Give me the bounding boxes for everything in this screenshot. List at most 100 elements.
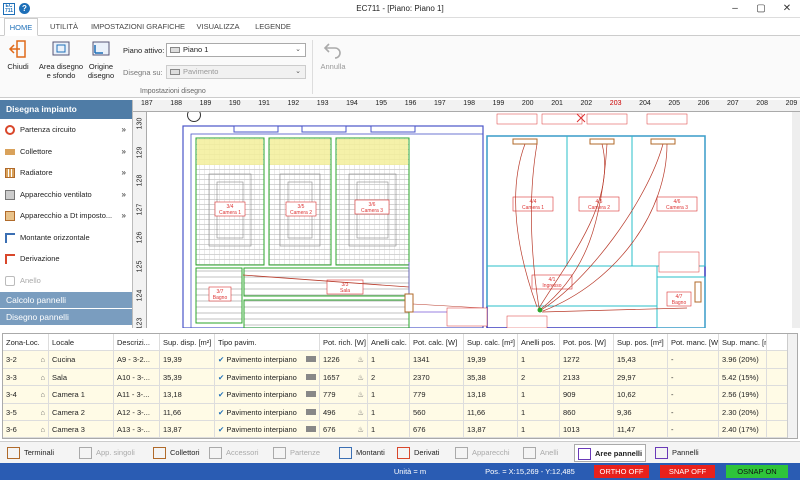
snap-toggle[interactable]: SNAP OFF [660, 465, 715, 478]
ruler-left: 130 129 128 127 126 125 124 123 [133, 112, 147, 328]
title-bar: EC 711 ? EC711 - [Piano: Piano 1] – ▢ ✕ [0, 0, 800, 18]
table-cell: 1272 [560, 351, 614, 369]
area-disegno-button[interactable]: Area disegno e sfondo [38, 39, 84, 80]
room-icon: ⌂ [40, 390, 45, 400]
devices-icon [455, 447, 468, 459]
close-drawing-button[interactable]: Chiudi [4, 39, 32, 71]
section-disegno-pannelli[interactable]: Disegno pannelli [0, 308, 132, 325]
bottom-tab-terminali[interactable]: Terminali [4, 444, 72, 462]
circuit-start-icon [5, 125, 15, 135]
table-cell: 3-4 ⌂ [3, 386, 49, 404]
bottom-tab-partenze[interactable]: Partenze [270, 444, 332, 462]
column-header[interactable]: Sup. manc. [m²] [719, 334, 767, 352]
table-scrollbar[interactable] [787, 334, 797, 438]
tab-home[interactable]: HOME [4, 18, 38, 36]
table-cell: 1226 ♨ [320, 351, 368, 369]
menu-apparecchio-dt[interactable]: Apparecchio a Dt imposto... » [0, 205, 132, 227]
ortho-toggle[interactable]: ORTHO OFF [594, 465, 649, 478]
manifold-icon [5, 148, 15, 155]
menu-anello[interactable]: Anello [0, 270, 132, 292]
piano-attivo-select[interactable]: Piano 1 ⌄ [166, 43, 306, 57]
ruler-tick: 187 [141, 100, 153, 107]
maximize-icon[interactable]: ▢ [748, 0, 774, 18]
origine-disegno-button[interactable]: Origine disegno [86, 39, 116, 80]
column-header[interactable]: Pot. calc. [W] [410, 334, 464, 352]
menu-collettore[interactable]: Collettore » [0, 141, 132, 163]
column-header[interactable]: Sup. calc. [m²] [464, 334, 518, 352]
undo-button[interactable]: Annulla [318, 39, 348, 71]
column-header[interactable]: Zona-Loc. [3, 334, 49, 352]
room-icon: ⌂ [40, 425, 45, 434]
bottom-tab-montanti[interactable]: Montanti [336, 444, 390, 462]
ruler-tick: 130 [136, 117, 144, 130]
column-header[interactable]: Anelli calc. [368, 334, 410, 352]
ruler-tick: 192 [287, 100, 300, 107]
menu-montante-orizzontale[interactable]: Montante orizzontale [0, 227, 132, 249]
bottom-tab-anelli[interactable]: Anelli [520, 444, 570, 462]
column-header[interactable]: Sup. disp. [m²] [160, 334, 215, 352]
table-cell: 1657 ♨ [320, 368, 368, 387]
bottom-tab-apparecchi[interactable]: Apparecchi [452, 444, 516, 462]
table-cell: 1 [368, 421, 410, 438]
menu-label: Apparecchio a Dt imposto... [20, 211, 113, 220]
results-table: Zona-Loc. Locale Descrizi... Sup. disp. [m²… [2, 333, 798, 439]
drawing-canvas[interactable]: 3/4 Camera 1 3/5 Camera 2 3/6 Camera 3 3… [147, 112, 800, 328]
bottom-tab-pannelli[interactable]: Pannelli [652, 444, 708, 462]
column-header[interactable]: Pot. manc. [W] [668, 334, 719, 352]
zone-code: 3-6 [6, 425, 17, 434]
ruler-tick: 127 [136, 203, 144, 216]
floor-type-text: Pavimento interpiano [226, 355, 297, 365]
bottom-tab-app-singoli[interactable]: App. singoli [76, 444, 146, 462]
table-cell: - [668, 368, 719, 387]
floor-type-text: Pavimento interpiano [226, 425, 297, 434]
close-icon[interactable]: ✕ [774, 0, 800, 18]
floor-icon [170, 47, 180, 53]
table-cell: 1341 [410, 351, 464, 369]
menu-derivazione[interactable]: Derivazione [0, 248, 132, 270]
section-calcolo-pannelli[interactable]: Calcolo pannelli [0, 291, 132, 308]
bottom-tab-aree-pannelli[interactable]: Aree pannelli [574, 444, 646, 462]
tab-visualizza[interactable]: VISUALIZZA [192, 18, 244, 36]
column-header[interactable]: Sup. pos. [m²] [614, 334, 668, 352]
tab-impostazioni-grafiche[interactable]: IMPOSTAZIONI GRAFICHE [88, 18, 188, 36]
floor-layer-icon [306, 426, 316, 432]
table-cell: ✔ Pavimento interpiano [215, 403, 320, 421]
menu-partenza-circuito[interactable]: Partenza circuito » [0, 119, 132, 141]
canvas-vertical-scrollbar[interactable] [792, 112, 800, 328]
table-row[interactable]: 3-4 ⌂ Camera 1 A11 - 3-... 13,18 ✔ Pavimento … [3, 386, 787, 404]
bottom-tab-accessori[interactable]: Accessori [206, 444, 266, 462]
radiator-icon [5, 168, 15, 178]
osnap-toggle[interactable]: OSNAP ON [726, 465, 788, 478]
table-cell: ✔ Pavimento interpiano [215, 351, 320, 369]
table-row[interactable]: 3-5 ⌂ Camera 2 A12 - 3-... 11,66 ✔ Pavimento … [3, 403, 787, 421]
disegna-su-select[interactable]: Pavimento ⌄ [166, 65, 306, 79]
column-header[interactable]: Descrizi... [114, 334, 160, 352]
column-header[interactable]: Locale [49, 334, 114, 352]
column-header[interactable]: Pot. rich. [W] [320, 334, 368, 352]
column-header[interactable]: Anelli pos. [518, 334, 560, 352]
origin-label-2: disegno [87, 71, 115, 80]
tab-legende[interactable]: LEGENDE [248, 18, 298, 36]
menu-radiatore[interactable]: Radiatore » [0, 162, 132, 184]
table-row[interactable]: 3-7⌂BagnoA14 - 3-...3,85✔ Pavimento inte… [3, 438, 787, 439]
ruler-top: 187 188 189 190 191 192 193 194 195 196 197 198 199 2… [133, 100, 800, 112]
table-cell: A13 - 3-... [114, 421, 160, 438]
table-row[interactable]: 3-6 ⌂ Camera 3 A13 - 3-... 13,87 ✔ Pavimento … [3, 421, 787, 438]
bottom-tab-label: App. singoli [96, 448, 135, 457]
table-cell: 11,66 [160, 403, 215, 421]
bottom-tab-collettori[interactable]: Collettori [150, 444, 202, 462]
bottom-tab-derivati[interactable]: Derivati [394, 444, 448, 462]
column-header[interactable]: Tipo pavim. [215, 334, 320, 352]
table-cell: 150 (29%) [668, 438, 719, 439]
column-header[interactable]: Pot. pos. [W] [560, 334, 614, 352]
table-cell: 1 [518, 403, 560, 421]
table-row[interactable]: 3-2 ⌂ Cucina A9 - 3-2... 19,39 ✔ Pavimento in… [3, 351, 787, 369]
area-label-1: Area disegno [38, 62, 84, 71]
zone-code: 3-3 [6, 372, 17, 382]
undo-icon [323, 39, 343, 59]
table-row[interactable]: 3-3 ⌂ Sala A10 - 3-... 35,39 ✔ Pavimento inte… [3, 368, 787, 387]
menu-apparecchio-ventilato[interactable]: Apparecchio ventilato » [0, 184, 132, 206]
tab-utilita[interactable]: UTILITÀ [44, 18, 84, 36]
heat-icon: ♨ [357, 425, 364, 434]
minimize-icon[interactable]: – [722, 0, 748, 18]
